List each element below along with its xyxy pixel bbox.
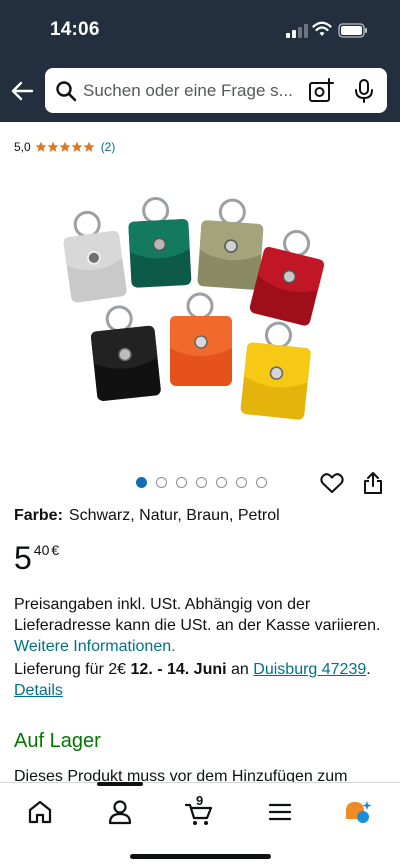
pouch-yellow [240, 321, 311, 420]
star-icon [47, 141, 59, 152]
carousel-dot[interactable] [256, 477, 267, 488]
product-image[interactable] [40, 190, 360, 440]
vat-info: Preisangaben inkl. USt. Abhängig von der… [14, 594, 390, 636]
cellular-signal-icon [286, 24, 308, 38]
carousel-dot[interactable] [196, 477, 207, 488]
delivery-location-link[interactable]: Duisburg 47239 [253, 661, 366, 678]
price: 5 40 € [14, 540, 59, 576]
more-info-link[interactable]: Weitere Informationen. [14, 638, 176, 655]
color-label: Farbe: [14, 507, 63, 524]
carousel-dot[interactable] [216, 477, 227, 488]
heart-icon[interactable] [320, 472, 344, 494]
more-info-row: Weitere Informationen. [14, 636, 390, 657]
microphone-icon[interactable] [353, 78, 375, 104]
carousel-dot[interactable] [156, 477, 167, 488]
pouch-olive [197, 198, 264, 290]
app-header: 14:06 [0, 0, 400, 122]
cart-count-badge: 9 [196, 793, 204, 808]
star-icon [59, 141, 71, 152]
carousel-dot[interactable] [136, 477, 147, 488]
rating-count-link[interactable]: (2) [101, 140, 116, 154]
search-icon [56, 81, 77, 102]
delivery-dates: 12. - 14. Juni [130, 661, 227, 678]
menu-icon[interactable] [265, 797, 295, 827]
image-carousel-dots[interactable] [136, 477, 267, 488]
stock-status: Auf Lager [14, 730, 101, 752]
carousel-dot[interactable] [176, 477, 187, 488]
details-row: Details [14, 680, 390, 701]
home-icon[interactable] [25, 797, 55, 827]
carousel-dot[interactable] [236, 477, 247, 488]
battery-icon [338, 23, 367, 38]
rating-row[interactable]: 5,0 (2) [14, 138, 115, 156]
price-currency: € [51, 542, 60, 558]
delivery-info: Lieferung für 2€ 12. - 14. Juni an Duisb… [14, 659, 390, 680]
pouch-green [128, 197, 192, 288]
star-icon [35, 141, 47, 152]
star-icon [71, 141, 83, 152]
search-input[interactable] [83, 68, 301, 113]
color-value: Schwarz, Natur, Braun, Petrol [68, 507, 280, 524]
color-selection: Farbe: Schwarz, Natur, Braun, Petrol [14, 507, 280, 525]
status-time: 14:06 [50, 19, 100, 40]
search-bar[interactable] [45, 68, 387, 113]
pouch-black [90, 305, 161, 402]
price-whole: 5 [14, 540, 32, 576]
price-fraction: 40 [33, 542, 50, 558]
active-tab-indicator [97, 782, 143, 786]
vat-text: Preisangaben inkl. USt. Abhängig von der… [14, 596, 381, 634]
wifi-icon [312, 21, 332, 36]
camera-lens-icon[interactable] [308, 78, 334, 104]
rufus-assistant-icon[interactable] [343, 797, 373, 827]
delivery-suffix: . [366, 661, 371, 678]
delivery-prefix: Lieferung für 2€ [14, 661, 127, 678]
star-icon [83, 141, 95, 152]
rating-value: 5,0 [14, 140, 31, 154]
back-arrow-icon[interactable] [10, 78, 36, 104]
details-link[interactable]: Details [14, 682, 63, 699]
home-indicator [130, 854, 271, 859]
pouch-grey [63, 210, 127, 303]
delivery-to: an [231, 661, 249, 678]
account-icon[interactable] [105, 797, 135, 827]
pouch-orange [170, 292, 232, 386]
star-rating [35, 141, 95, 153]
cart-tab[interactable]: 9 [184, 793, 214, 827]
share-icon[interactable] [362, 471, 384, 495]
